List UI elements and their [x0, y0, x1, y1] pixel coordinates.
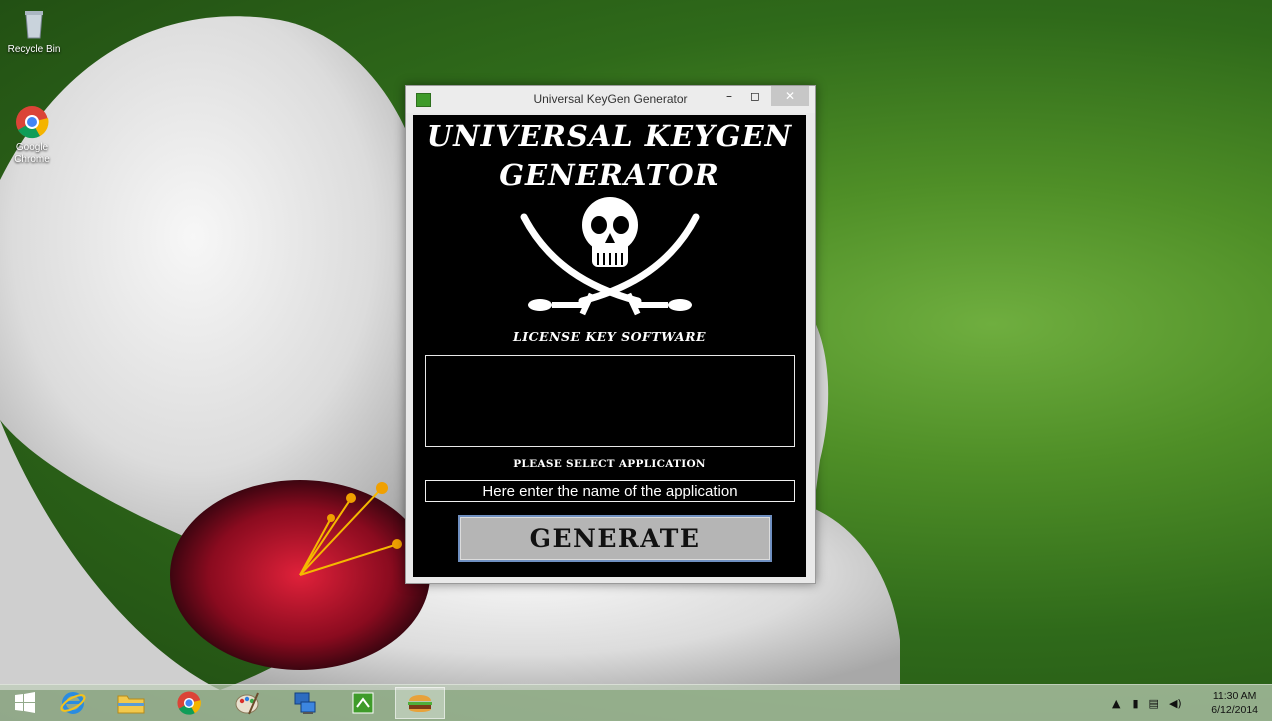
folder-icon — [117, 695, 145, 714]
paint-icon — [235, 692, 259, 715]
minimize-button[interactable]: – — [720, 86, 738, 106]
internet-explorer-icon — [60, 692, 86, 714]
volume-icon[interactable]: ◀) — [1169, 697, 1182, 710]
taskbar-chrome[interactable] — [164, 687, 214, 719]
up-arrow-icon[interactable]: ▲ — [1112, 697, 1120, 710]
chrome-icon — [177, 691, 201, 715]
clock-time: 11:30 AM — [1212, 690, 1257, 702]
heading-line-1: UNIVERSAL KEYGEN — [426, 119, 793, 153]
license-key-output[interactable] — [425, 355, 795, 447]
taskbar: ▲ ▮ ▤ ◀) 11:30 AM 6/12/2014 — [0, 684, 1272, 721]
desktop-icon-recycle-bin[interactable]: Recycle Bin — [2, 6, 66, 56]
recycle-bin-icon — [25, 11, 43, 39]
desktop-icon-label: Google Chrome — [14, 142, 50, 165]
clock[interactable]: 11:30 AM 6/12/2014 — [1211, 689, 1258, 717]
window-client-area: UNIVERSAL KEYGEN GENERATOR LICENSE KEY S… — [413, 115, 806, 577]
heading-line-2: GENERATOR — [499, 158, 720, 192]
taskbar-paint[interactable] — [222, 687, 272, 719]
windows-logo-icon — [15, 692, 35, 713]
subtitle: LICENSE KEY SOFTWARE — [512, 329, 707, 344]
taskbar-internet-explorer[interactable] — [48, 687, 98, 719]
select-application-label: PLEASE SELECT APPLICATION — [513, 458, 706, 470]
keygen-app-icon — [352, 692, 374, 714]
taskbar-active-app[interactable] — [395, 687, 445, 719]
computer-network-icon — [294, 692, 316, 714]
taskbar-file-explorer[interactable] — [106, 687, 156, 719]
desktop-icon-google-chrome[interactable]: Google Chrome — [0, 104, 64, 166]
generate-button[interactable]: GENERATE — [458, 515, 772, 562]
taskbar-keygen-app[interactable] — [338, 687, 388, 719]
close-button[interactable]: ✕ — [771, 86, 809, 106]
taskbar-remote-desktop[interactable] — [280, 687, 330, 719]
window-titlebar[interactable]: Universal KeyGen Generator – ◻ ✕ — [406, 86, 815, 113]
application-name-input[interactable] — [425, 480, 795, 502]
desktop-icon-label: Recycle Bin — [7, 44, 61, 55]
clock-date: 6/12/2014 — [1211, 704, 1258, 716]
burger-icon — [408, 695, 432, 712]
keygen-window: Universal KeyGen Generator – ◻ ✕ UNIVERS… — [405, 85, 816, 584]
network-icon[interactable]: ▤ — [1149, 697, 1159, 710]
battery-icon[interactable]: ▮ — [1132, 697, 1138, 710]
start-button[interactable] — [0, 687, 50, 719]
chrome-icon — [16, 106, 49, 139]
maximize-button[interactable]: ◻ — [746, 86, 764, 106]
pirate-skull-crossed-swords-icon — [520, 197, 700, 316]
system-tray: ▲ ▮ ▤ ◀) — [1112, 685, 1182, 721]
